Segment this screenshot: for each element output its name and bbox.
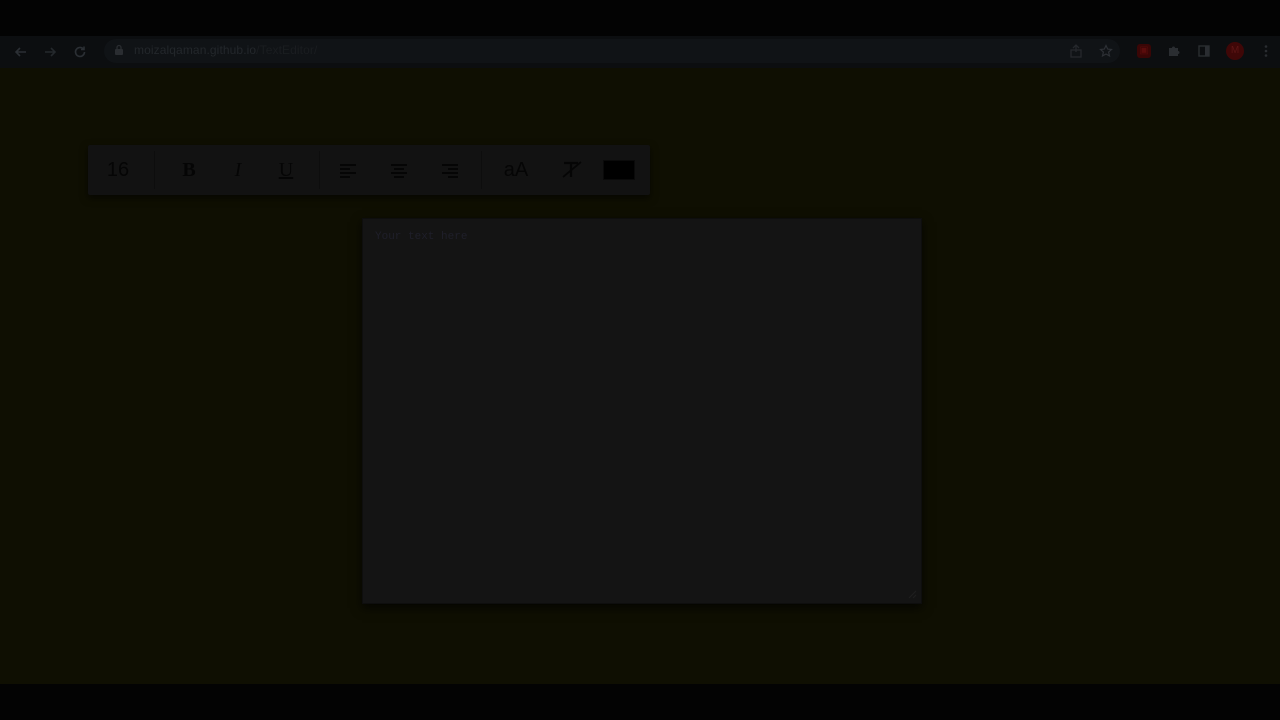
share-icon bbox=[1070, 44, 1082, 58]
screen-top-band bbox=[0, 0, 1280, 36]
share-button[interactable] bbox=[1066, 41, 1086, 61]
align-right-icon bbox=[442, 164, 458, 178]
text-editor-box bbox=[362, 218, 922, 604]
url-host: moizalqaman.github.io bbox=[134, 43, 257, 57]
screen-bottom-band bbox=[0, 684, 1280, 720]
extension-icon: ▣ bbox=[1137, 44, 1151, 58]
url-path: /TextEditor/ bbox=[256, 43, 318, 57]
puzzle-icon bbox=[1169, 46, 1180, 56]
arrow-right-icon bbox=[45, 47, 57, 57]
reload-button[interactable] bbox=[68, 40, 92, 64]
reload-icon bbox=[74, 46, 86, 58]
align-center-icon bbox=[391, 164, 407, 178]
bookmark-button[interactable] bbox=[1096, 41, 1116, 61]
text-area[interactable] bbox=[363, 219, 921, 603]
address-text[interactable]: moizalqaman.github.io/TextEditor/ bbox=[134, 43, 317, 57]
toolbar-divider bbox=[481, 151, 482, 189]
editor-toolbar: 16 B I U aA bbox=[88, 145, 650, 195]
toolbar-divider bbox=[154, 151, 155, 189]
arrow-left-icon bbox=[14, 47, 26, 57]
align-left-icon bbox=[340, 164, 356, 178]
side-panel-button[interactable] bbox=[1194, 41, 1214, 61]
toolbar-divider bbox=[319, 151, 320, 189]
align-center-button[interactable] bbox=[383, 145, 415, 195]
align-left-button[interactable] bbox=[332, 145, 364, 195]
back-button[interactable] bbox=[9, 40, 33, 64]
underline-button[interactable]: U bbox=[270, 145, 302, 195]
italic-button[interactable]: I bbox=[222, 145, 254, 195]
extension-button[interactable]: ▣ bbox=[1134, 41, 1154, 61]
text-color-picker[interactable] bbox=[602, 145, 636, 195]
profile-button[interactable]: M bbox=[1225, 41, 1245, 61]
more-vert-icon bbox=[1264, 45, 1268, 57]
extensions-menu-button[interactable] bbox=[1164, 41, 1184, 61]
lock-icon bbox=[115, 44, 123, 55]
avatar: M bbox=[1226, 42, 1244, 60]
bold-button[interactable]: B bbox=[173, 145, 205, 195]
color-swatch bbox=[603, 160, 635, 180]
side-panel-icon bbox=[1198, 45, 1210, 57]
align-right-button[interactable] bbox=[434, 145, 466, 195]
clear-format-icon bbox=[562, 161, 582, 178]
clear-format-button[interactable] bbox=[556, 145, 588, 195]
browser-menu-button[interactable] bbox=[1256, 41, 1276, 61]
change-case-button[interactable]: aA bbox=[498, 145, 534, 195]
star-icon bbox=[1099, 44, 1113, 58]
resize-handle-icon[interactable] bbox=[907, 589, 917, 599]
font-size-input[interactable]: 16 bbox=[96, 145, 140, 195]
forward-button[interactable] bbox=[38, 40, 62, 64]
